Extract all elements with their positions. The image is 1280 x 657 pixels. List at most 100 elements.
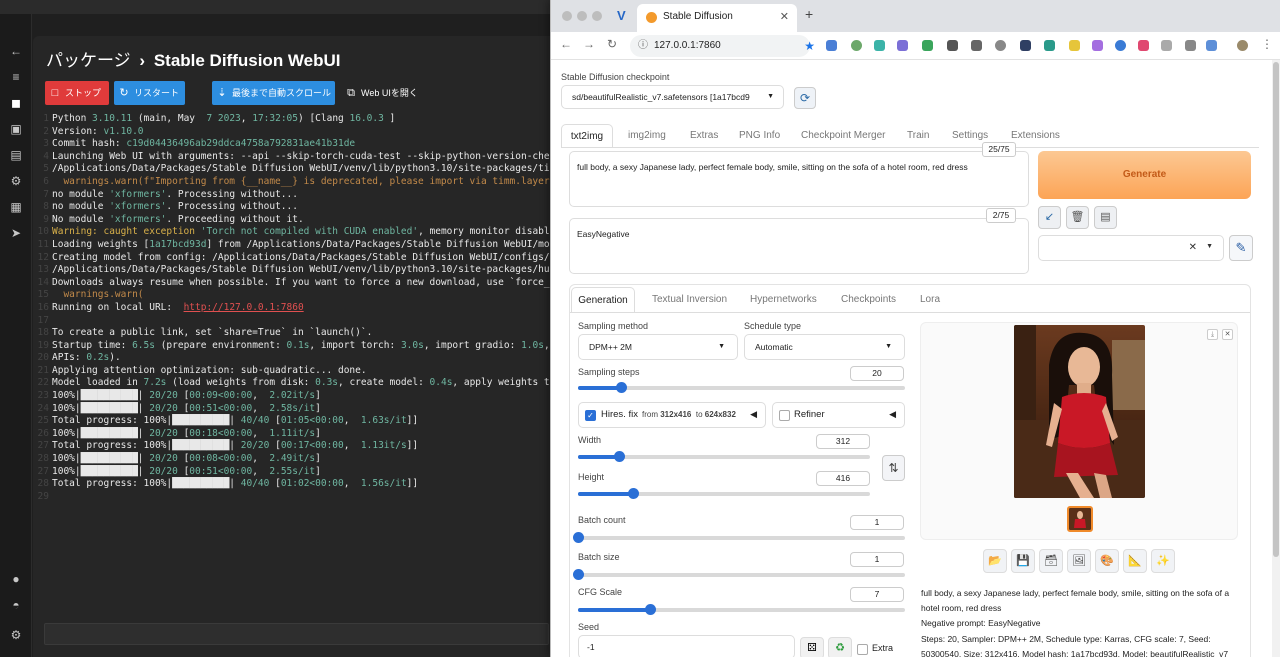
send-icon[interactable]: ➤ (6, 224, 26, 242)
reuse-seed-button[interactable]: ♻ (828, 637, 852, 657)
local-url-link[interactable]: http://127.0.0.1:7860 (184, 302, 304, 313)
extension-icon[interactable] (1138, 40, 1149, 51)
settings-gear-icon[interactable]: ⚙ (6, 626, 26, 644)
open-folder-button[interactable]: 📂 (983, 549, 1007, 573)
slider-handle[interactable] (644, 604, 656, 615)
extra-seed-checkbox[interactable] (857, 644, 868, 655)
browser-tab[interactable]: Stable Diffusion ✕ (637, 4, 797, 32)
new-tab-icon[interactable]: + (805, 6, 813, 22)
extension-icon[interactable] (947, 40, 958, 51)
tab-checkpoints[interactable]: Checkpoints (841, 287, 896, 313)
apply-style-button[interactable]: ✎ (1229, 235, 1253, 261)
extension-icon[interactable] (1044, 40, 1055, 51)
generate-button[interactable]: Generate (1038, 151, 1251, 199)
gear-icon[interactable]: ⚙ (6, 172, 26, 190)
open-webui-button[interactable]: ⧉ Web UIを開く (341, 81, 421, 105)
back-arrow-icon[interactable]: ← (6, 42, 26, 60)
folder-icon[interactable]: ▣ (6, 120, 26, 138)
extension-icon[interactable] (851, 40, 862, 51)
close-icon[interactable]: ✕ (1222, 329, 1233, 340)
sampling-method-select[interactable]: DPM++ 2M ▼ (578, 334, 738, 360)
download-icon[interactable]: ⤓ (1207, 329, 1218, 340)
minimize-window-icon[interactable] (577, 11, 587, 21)
packages-icon[interactable]: ◼ (6, 94, 26, 112)
swap-dimensions-button[interactable]: ⇅ (882, 455, 905, 481)
back-icon[interactable]: ← (560, 37, 572, 51)
slider-handle[interactable] (573, 569, 584, 580)
save-button[interactable]: 💾 (1011, 549, 1035, 573)
extension-icon[interactable] (897, 40, 908, 51)
checkpoint-select[interactable]: sd/beautifulRealistic_v7.safetensors [1a… (561, 85, 784, 109)
address-bar[interactable]: ⓘ 127.0.0.1:7860 ★ (630, 35, 815, 57)
tab-hypernetworks[interactable]: Hypernetworks (750, 287, 817, 313)
tab-txt2img[interactable]: txt2img (561, 124, 613, 148)
send-to-extras-button[interactable]: 📐 (1123, 549, 1147, 573)
autoscroll-button[interactable]: ⇣ 最後まで自動スクロール (212, 81, 335, 105)
upscale-button[interactable]: ✨ (1151, 549, 1175, 573)
positive-prompt-input[interactable]: full body, a sexy Japanese lady, perfect… (569, 151, 1029, 207)
refresh-checkpoint-button[interactable]: ⟳ (794, 87, 816, 109)
tab-extras[interactable]: Extras (690, 124, 718, 148)
slider-handle[interactable] (613, 451, 625, 462)
sampling-steps-slider[interactable] (578, 382, 905, 393)
styles-button[interactable]: ▤ (1094, 206, 1117, 229)
avatar[interactable] (1237, 40, 1248, 51)
generated-image[interactable] (1014, 325, 1145, 498)
console-output[interactable]: 1 Python 3.10.11 (main, May 7 2023, 17:32… (35, 113, 557, 613)
refiner-accordion[interactable]: Refiner ◀ (772, 402, 905, 428)
send-to-inpaint-button[interactable]: 🎨 (1095, 549, 1119, 573)
bookmark-star-icon[interactable]: ★ (804, 35, 815, 57)
file-icon[interactable]: ▤ (6, 146, 26, 164)
extension-icon[interactable] (826, 40, 837, 51)
schedule-type-select[interactable]: Automatic ▼ (744, 334, 905, 360)
batch-size-input[interactable]: 1 (850, 552, 904, 567)
width-input[interactable]: 312 (816, 434, 870, 449)
tab-generation[interactable]: Generation (571, 287, 635, 313)
restart-button[interactable]: ↻ リスタート (114, 81, 185, 105)
stop-button[interactable]: □ ストップ (45, 81, 109, 105)
refiner-checkbox[interactable] (779, 410, 790, 421)
extension-icon[interactable] (1069, 40, 1080, 51)
slider-handle[interactable] (615, 382, 627, 393)
tab-png-info[interactable]: PNG Info (739, 124, 780, 148)
tab-img2img[interactable]: img2img (628, 124, 666, 148)
forward-icon[interactable]: → (583, 37, 595, 51)
sampling-steps-input[interactable]: 20 (850, 366, 904, 381)
width-slider[interactable] (578, 451, 870, 462)
page-scrollbar[interactable] (1272, 60, 1280, 657)
menu-icon[interactable]: ≡ (6, 68, 26, 86)
grid-icon[interactable]: ▦ (6, 198, 26, 216)
extension-icon[interactable] (922, 40, 933, 51)
styles-select[interactable]: ✕ ▼ (1038, 235, 1224, 261)
tab-extensions[interactable]: Extensions (1011, 124, 1060, 148)
zoom-window-icon[interactable] (592, 11, 602, 21)
paste-params-button[interactable]: ↙ (1038, 206, 1061, 229)
hires-fix-checkbox[interactable]: ✓ (585, 410, 596, 421)
random-seed-button[interactable]: ⚄ (800, 637, 824, 657)
puzzle-icon[interactable] (1161, 40, 1172, 51)
zip-button[interactable]: 🗃 (1039, 549, 1063, 573)
height-input[interactable]: 416 (816, 471, 870, 486)
more-menu-icon[interactable]: ⋮ (1261, 37, 1273, 51)
clear-icon[interactable]: ✕ (1189, 242, 1197, 253)
breadcrumb-parent[interactable]: パッケージ (46, 51, 131, 70)
tab-train[interactable]: Train (907, 124, 929, 148)
height-slider[interactable] (578, 488, 870, 499)
tab-checkpoint-merger[interactable]: Checkpoint Merger (801, 124, 885, 148)
negative-prompt-input[interactable]: EasyNegative (569, 218, 1029, 274)
translate-icon[interactable] (1206, 40, 1217, 51)
slider-handle[interactable] (573, 532, 584, 543)
image-thumbnail[interactable] (1067, 506, 1093, 532)
extension-icon[interactable] (1092, 40, 1103, 51)
cfg-scale-slider[interactable] (578, 604, 905, 615)
close-window-icon[interactable] (562, 11, 572, 21)
batch-size-slider[interactable] (573, 569, 905, 580)
batch-count-input[interactable]: 1 (850, 515, 904, 530)
extension-icon[interactable] (1020, 40, 1031, 51)
extension-icon[interactable] (874, 40, 885, 51)
close-tab-icon[interactable]: ✕ (780, 4, 789, 30)
discord-icon[interactable]: ◓ (6, 596, 26, 614)
batch-count-slider[interactable] (573, 532, 905, 543)
print-icon[interactable] (1185, 40, 1196, 51)
hires-fix-accordion[interactable]: ✓ Hires. fix from 312x416 to 624x832 ◀ (578, 402, 766, 428)
